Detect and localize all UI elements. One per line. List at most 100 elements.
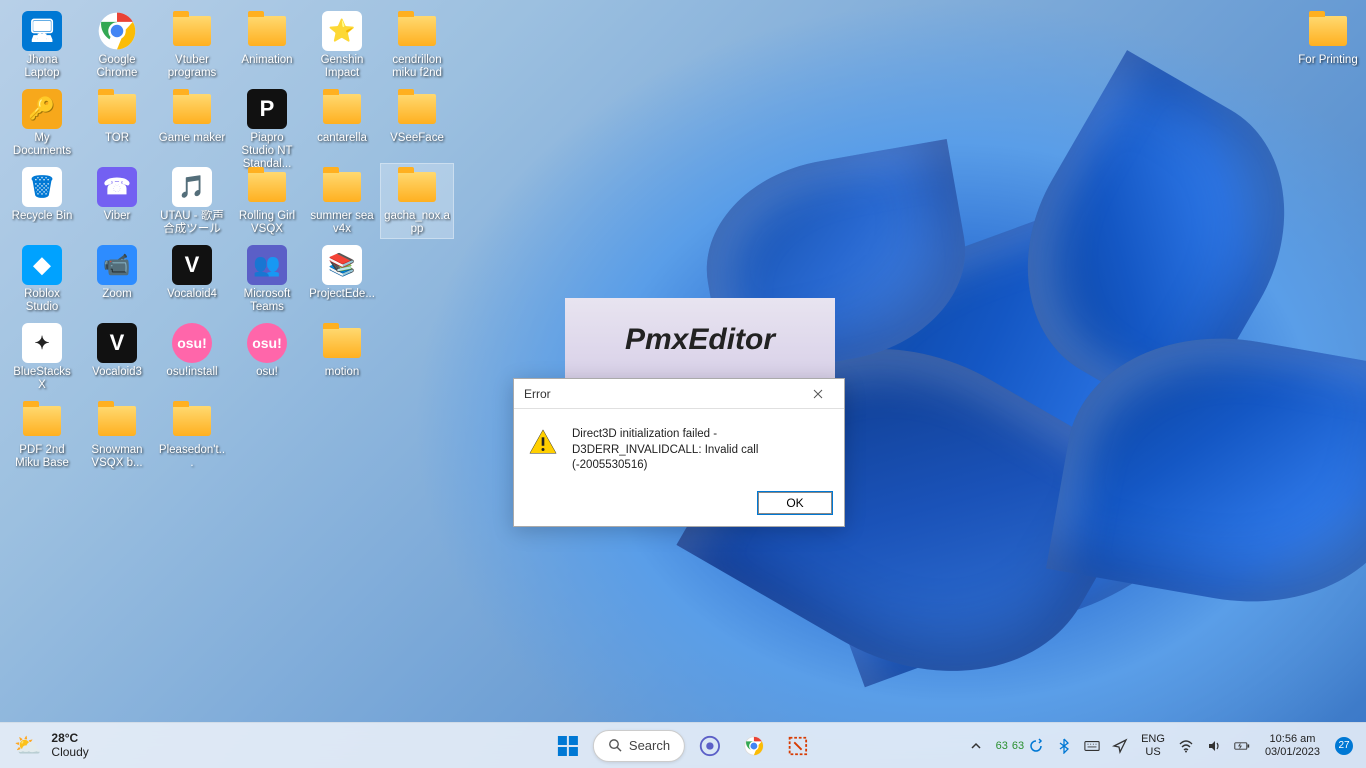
desktop-icon[interactable]: Vtuber programs — [156, 8, 228, 82]
icon-label: osu!install — [158, 366, 226, 379]
winrar-icon: 📚 — [321, 244, 363, 286]
folder-icon — [96, 88, 138, 130]
desktop-icon[interactable]: motion — [306, 320, 378, 381]
desktop-icon[interactable]: PPiapro Studio NT Standal... — [231, 86, 303, 174]
desktop-icon[interactable]: 🗑Recycle Bin — [6, 164, 78, 225]
folder-icon — [321, 322, 363, 364]
windows-icon — [556, 734, 580, 758]
osu-icon: osu! — [171, 322, 213, 364]
icon-label: Zoom — [83, 288, 151, 301]
folder-icon — [171, 400, 213, 442]
chat-icon — [699, 735, 721, 757]
search-button[interactable]: Search — [593, 730, 685, 762]
v4-icon: V — [171, 244, 213, 286]
genshin-icon: ⭐ — [321, 10, 363, 52]
desktop-icon[interactable]: VSeeFace — [381, 86, 453, 147]
icon-label: For Printing — [1294, 54, 1362, 67]
dialog-ok-button[interactable]: OK — [758, 492, 832, 514]
folder-icon — [321, 88, 363, 130]
tray-volume[interactable] — [1201, 727, 1227, 765]
desktop-icon[interactable]: 🖥Jhona Laptop — [6, 8, 78, 82]
icon-label: cantarella — [308, 132, 376, 145]
folder-icon — [396, 88, 438, 130]
tray-wifi[interactable] — [1173, 727, 1199, 765]
start-button[interactable] — [549, 727, 587, 765]
desktop-icon[interactable]: 📚 ProjectEde... — [306, 242, 378, 303]
desktop-icon[interactable]: ◆Roblox Studio — [6, 242, 78, 316]
desktop-icon[interactable]: Game maker — [156, 86, 228, 147]
tray-clock[interactable]: 10:56 am 03/01/2023 — [1257, 727, 1328, 765]
desktop-icon[interactable]: 🎵UTAU - 歌声合成ツール — [156, 164, 228, 238]
roblox-icon: ◆ — [21, 244, 63, 286]
tray-bluetooth[interactable] — [1051, 727, 1077, 765]
icon-label: Genshin Impact — [308, 54, 376, 80]
desktop-icon[interactable]: Rolling Girl VSQX — [231, 164, 303, 238]
zoom-icon: 📹 — [96, 244, 138, 286]
icon-label: Pleasedon't... — [158, 444, 226, 470]
desktop-icon[interactable]: PDF 2nd Miku Base — [6, 398, 78, 472]
viber-icon: ☎ — [96, 166, 138, 208]
tray-chevron[interactable] — [963, 727, 989, 765]
icon-label: Animation — [233, 54, 301, 67]
desktop-icon[interactable]: VVocaloid3 — [81, 320, 153, 381]
desktop-icon[interactable]: summer sea v4x — [306, 164, 378, 238]
dialog-close-button[interactable] — [800, 382, 836, 406]
icon-label: UTAU - 歌声合成ツール — [158, 210, 226, 236]
warning-icon — [528, 427, 558, 457]
desktop-icon[interactable]: Animation — [231, 8, 303, 69]
tray-keyboard[interactable] — [1079, 727, 1105, 765]
desktop-icon[interactable]: ☎ Viber — [81, 164, 153, 225]
icon-label: My Documents — [8, 132, 76, 158]
splash-title: PmxEditor — [625, 323, 775, 357]
tray-language[interactable]: ENG US — [1135, 727, 1171, 765]
search-icon — [608, 738, 623, 753]
dialog-titlebar[interactable]: Error — [514, 379, 844, 409]
icon-label: cendrillon miku f2nd — [383, 54, 451, 80]
wifi-icon — [1178, 738, 1194, 754]
icon-label: Microsoft Teams — [233, 288, 301, 314]
chevron-up-icon — [968, 738, 984, 754]
desktop-icon[interactable]: Snowman VSQX b... — [81, 398, 153, 472]
weather-desc: Cloudy — [51, 746, 88, 760]
weather-icon: ⛅ — [14, 733, 41, 759]
icon-label: osu! — [233, 366, 301, 379]
weather-temp: 28°C — [51, 732, 88, 746]
taskbar-app-snip[interactable] — [779, 727, 817, 765]
icon-label: TOR — [83, 132, 151, 145]
desktop-icon[interactable]: osu!osu! — [231, 320, 303, 381]
desktop-icon[interactable]: cantarella — [306, 86, 378, 147]
desktop-icon[interactable]: osu! osu!install — [156, 320, 228, 381]
desktop-icon[interactable]: cendrillon miku f2nd — [381, 8, 453, 82]
taskbar-weather[interactable]: ⛅ 28°C Cloudy — [0, 732, 220, 760]
docs-icon: 🔑 — [21, 88, 63, 130]
icon-label: ProjectEde... — [308, 288, 376, 301]
desktop-icon[interactable]: ✦BlueStacks X — [6, 320, 78, 394]
desktop-icon[interactable]: ⭐Genshin Impact — [306, 8, 378, 82]
desktop-icon[interactable]: Google Chrome — [81, 8, 153, 82]
desktop-icon[interactable]: 👥Microsoft Teams — [231, 242, 303, 316]
desktop-icon[interactable]: For Printing — [1292, 8, 1364, 69]
pc-icon: 🖥 — [21, 10, 63, 52]
battery-icon — [1234, 738, 1250, 754]
desktop-icon[interactable]: 📹 Zoom — [81, 242, 153, 303]
tray-location[interactable] — [1107, 727, 1133, 765]
tray-system-stats[interactable]: 63 63 — [991, 727, 1050, 765]
taskbar-app-chrome[interactable] — [735, 727, 773, 765]
folder-icon — [246, 10, 288, 52]
icon-label: Viber — [83, 210, 151, 223]
desktop-icon[interactable]: VVocaloid4 — [156, 242, 228, 303]
folder-sel-icon — [396, 166, 438, 208]
teams-icon: 👥 — [246, 244, 288, 286]
dialog-message: Direct3D initialization failed - D3DERR_… — [572, 427, 830, 474]
snip-icon — [787, 735, 809, 757]
desktop-icon[interactable]: 🔑My Documents — [6, 86, 78, 160]
tray-battery[interactable] — [1229, 727, 1255, 765]
desktop-icon[interactable]: TOR — [81, 86, 153, 147]
error-dialog: Error Direct3D initialization failed - D… — [513, 378, 845, 527]
desktop-icon[interactable]: Pleasedon't... — [156, 398, 228, 472]
tray-notifications[interactable]: 27 — [1330, 727, 1358, 765]
icon-label: Snowman VSQX b... — [83, 444, 151, 470]
icon-label: Game maker — [158, 132, 226, 145]
taskbar-app-chat[interactable] — [691, 727, 729, 765]
desktop-icon[interactable]: gacha_nox.app — [381, 164, 453, 238]
